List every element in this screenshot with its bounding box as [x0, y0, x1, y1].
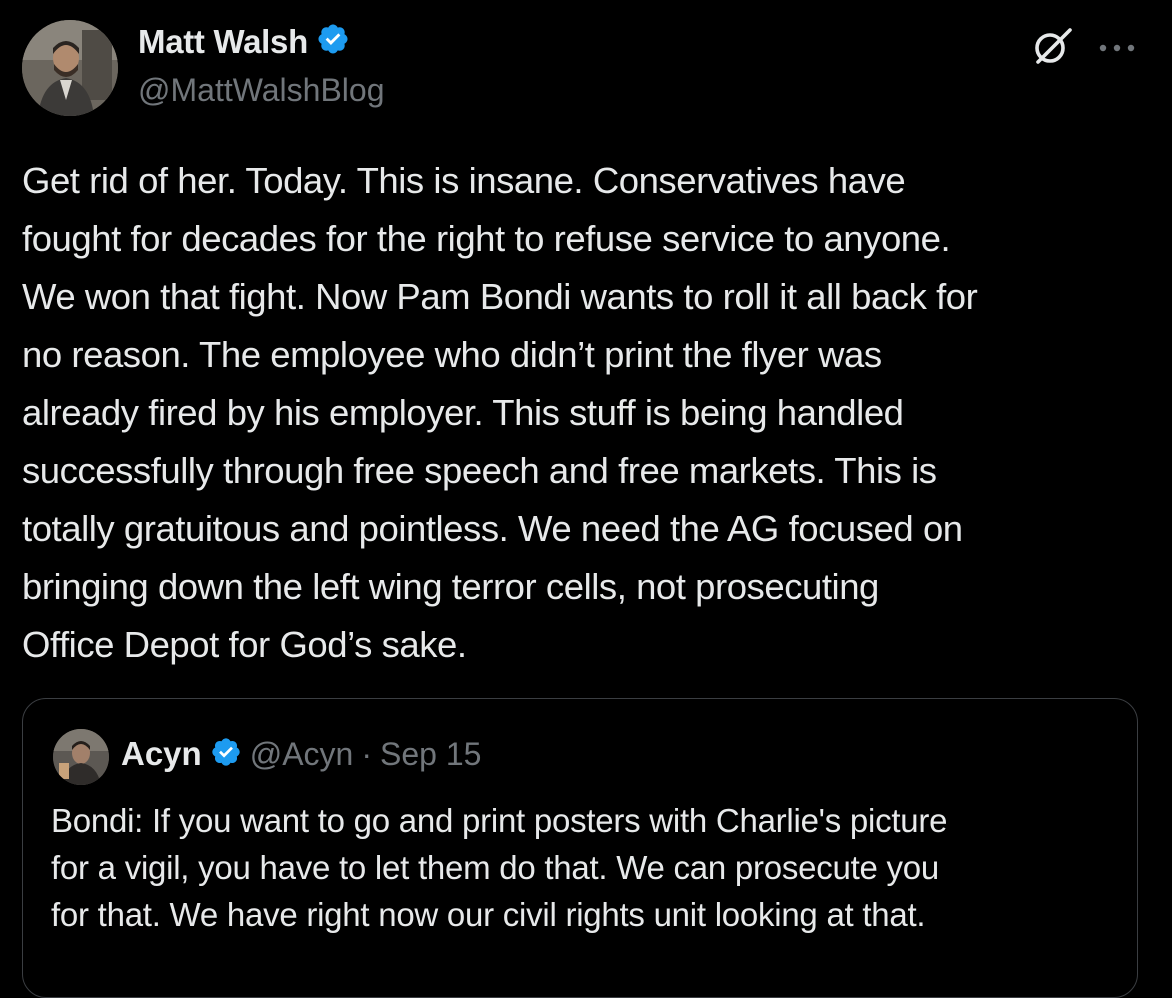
verified-badge-icon — [316, 22, 350, 61]
tweet-line: Office Depot for God’s sake. — [22, 624, 467, 665]
quote-timestamp[interactable]: Sep 15 — [380, 736, 481, 773]
verified-badge-icon — [210, 736, 242, 773]
author-name-row[interactable]: Matt Walsh — [138, 22, 350, 61]
quote-separator: · — [361, 735, 372, 772]
tweet-line: We won that fight. Now Pam Bondi wants t… — [22, 276, 978, 317]
author-handle[interactable]: @MattWalshBlog — [138, 72, 384, 109]
tweet-line: fought for decades for the right to refu… — [22, 218, 951, 259]
tweet-text: Get rid of her. Today. This is insane. C… — [22, 152, 1157, 674]
tweet-line: totally gratuitous and pointless. We nee… — [22, 508, 963, 549]
tweet-line: successfully through free speech and fre… — [22, 450, 937, 491]
more-icon[interactable] — [1098, 40, 1138, 58]
author-name[interactable]: Matt Walsh — [138, 23, 308, 61]
quote-line: Bondi: If you want to go and print poste… — [51, 802, 948, 839]
quote-author-avatar[interactable] — [53, 729, 109, 785]
tweet-line: bringing down the left wing terror cells… — [22, 566, 879, 607]
quote-author-name[interactable]: Acyn — [121, 735, 202, 773]
quote-author-handle[interactable]: @Acyn — [250, 736, 354, 773]
quote-text: Bondi: If you want to go and print poste… — [51, 797, 1111, 938]
tweet-line: already fired by his employer. This stuf… — [22, 392, 904, 433]
grok-icon[interactable] — [1030, 24, 1074, 73]
tweet-line: no reason. The employee who didn’t print… — [22, 334, 882, 375]
author-avatar[interactable] — [22, 20, 118, 116]
quote-line: for that. We have right now our civil ri… — [51, 896, 926, 933]
quote-line: for a vigil, you have to let them do tha… — [51, 849, 939, 886]
quoted-tweet-card[interactable]: Acyn @Acyn · Sep 15 Bondi: If you want t… — [22, 698, 1138, 998]
tweet-line: Get rid of her. Today. This is insane. C… — [22, 160, 906, 201]
quote-header: Acyn @Acyn · Sep 15 — [121, 735, 481, 773]
